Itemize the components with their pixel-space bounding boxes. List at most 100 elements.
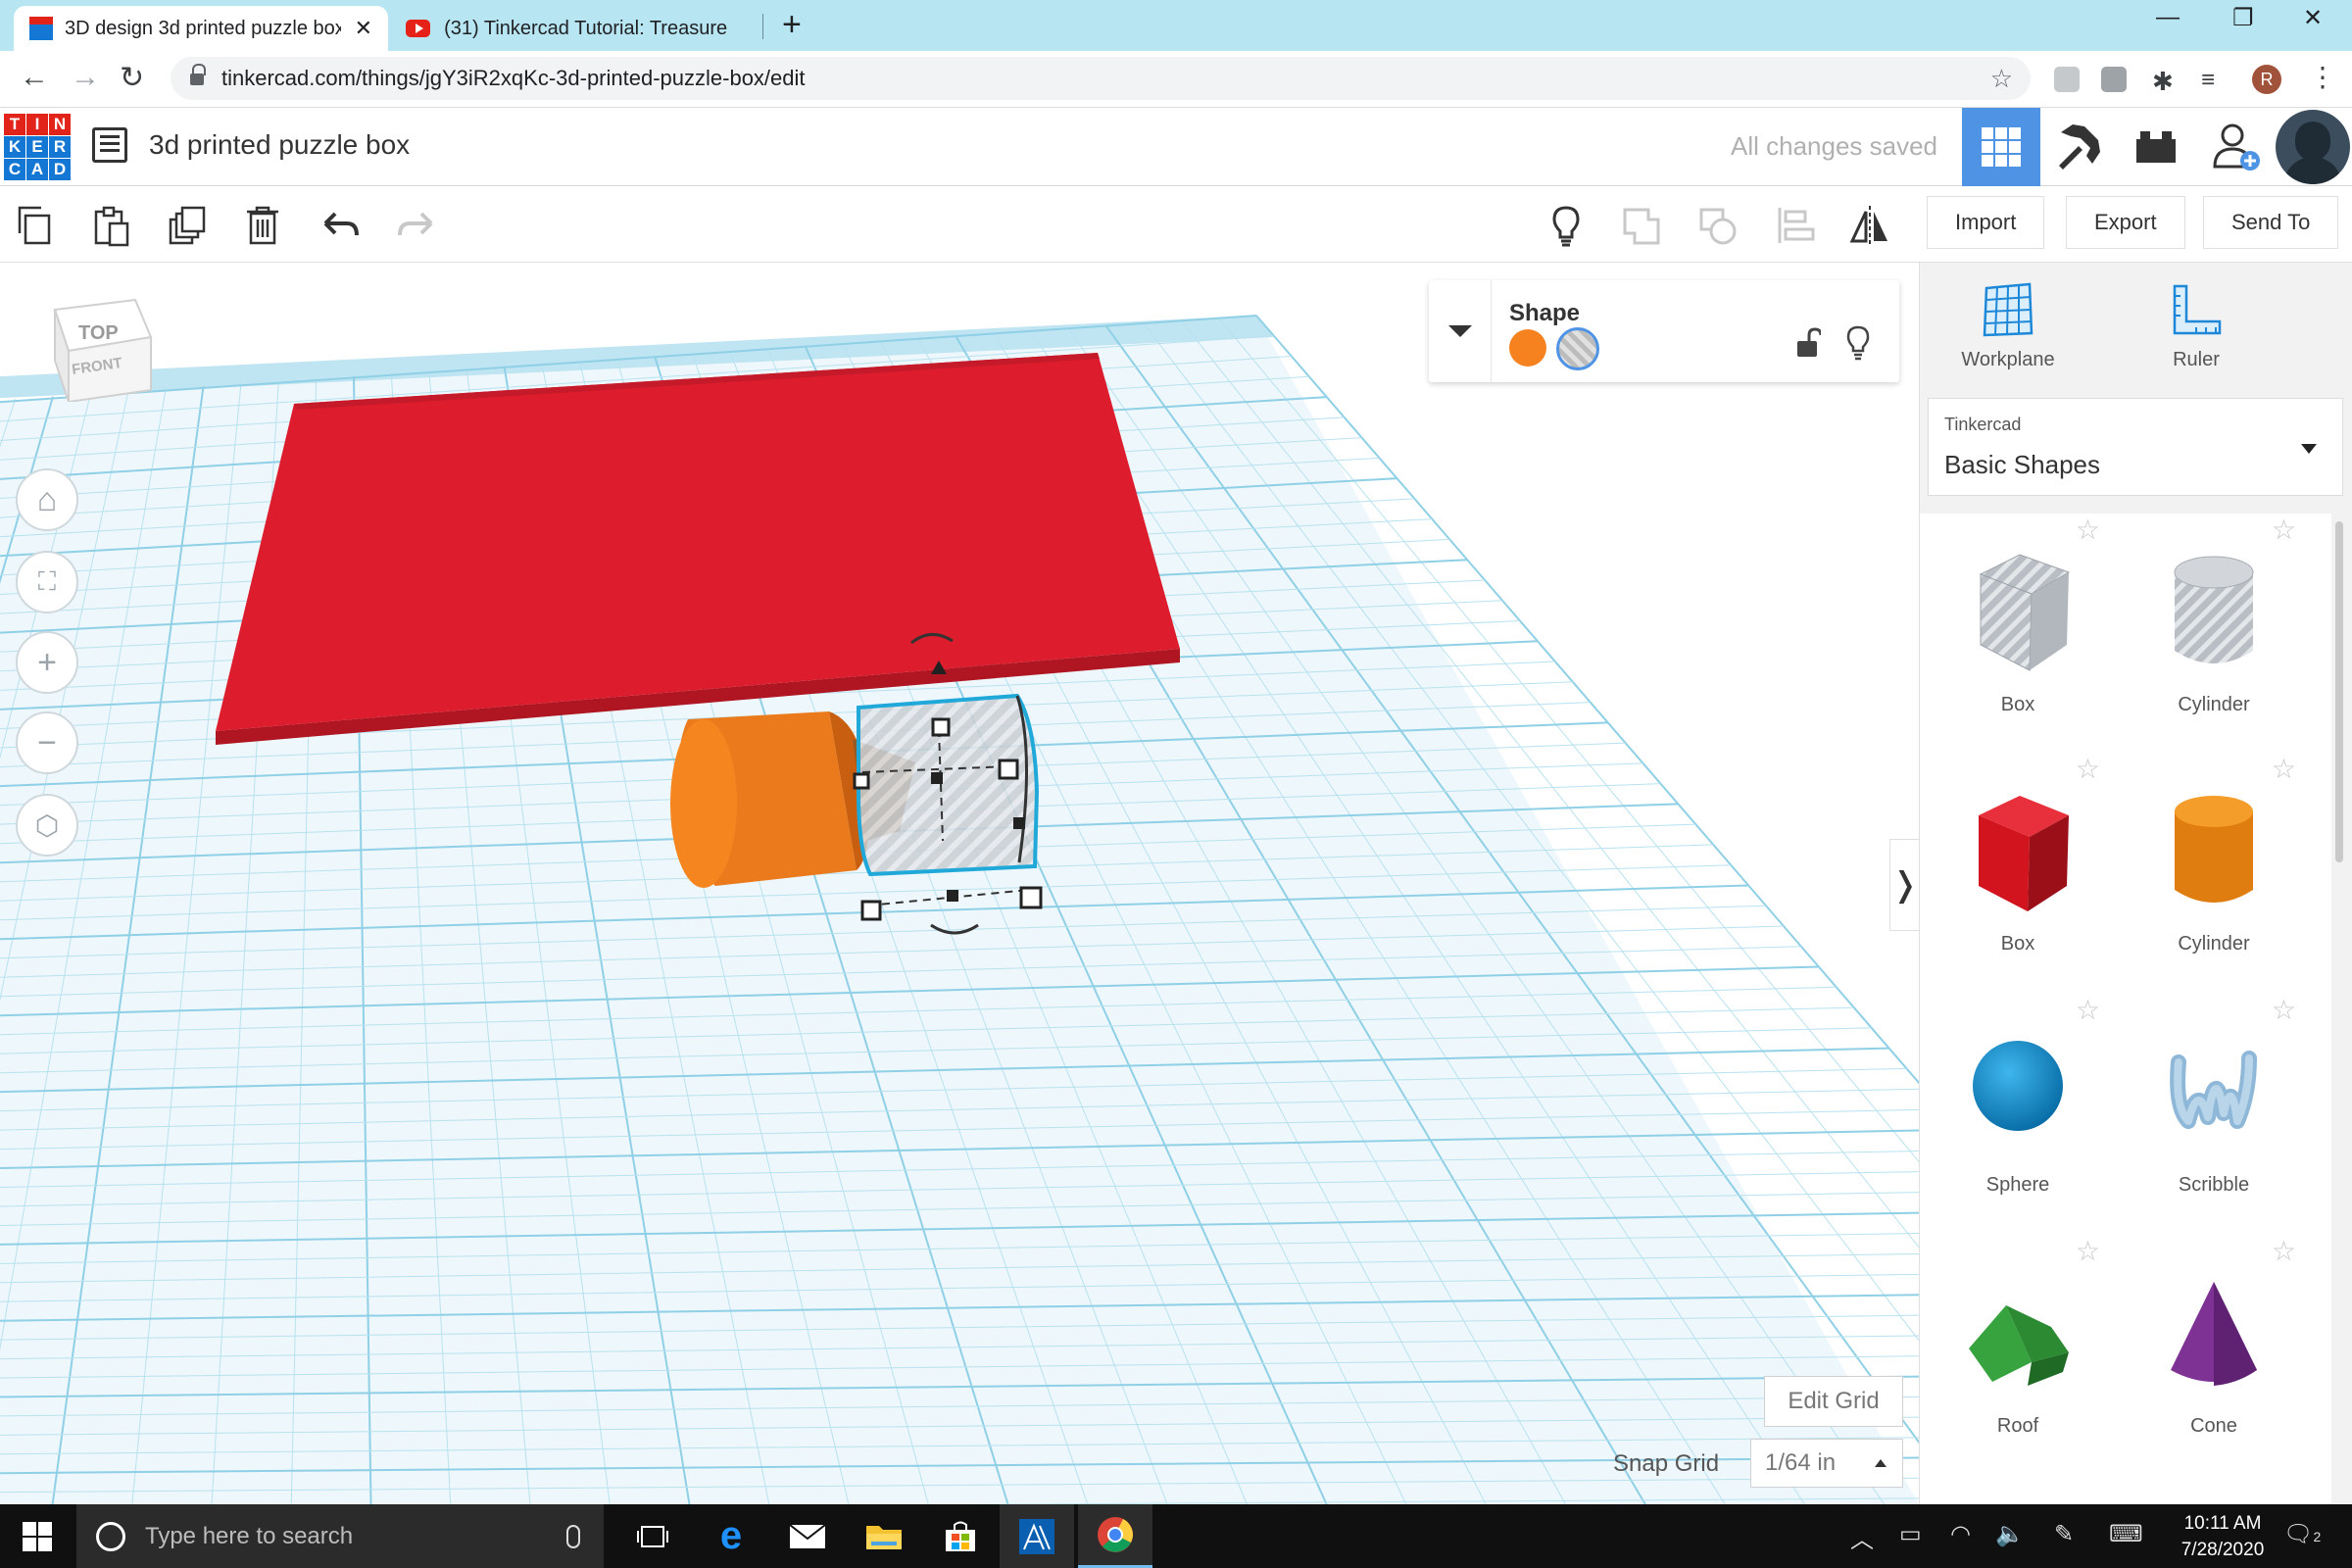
favorite-star-icon[interactable]: ☆	[2272, 994, 2296, 1026]
new-tab-plus-icon[interactable]: +	[782, 6, 802, 44]
minimize-icon[interactable]: —	[2156, 4, 2180, 31]
ortho-view-icon[interactable]: ⬡	[16, 794, 78, 857]
unlock-icon[interactable]	[1793, 327, 1821, 359]
browser-menu-icon[interactable]: ⋮	[2309, 61, 2336, 93]
puzzle-extensions-icon[interactable]: ✱	[2152, 67, 2178, 96]
visibility-lightbulb-icon[interactable]	[1844, 325, 1872, 361]
favorite-star-icon[interactable]: ☆	[2076, 1235, 2100, 1267]
paste-icon[interactable]	[88, 202, 135, 249]
shape-cone[interactable]: ☆ Cone	[2116, 1235, 2312, 1470]
cone-icon	[2171, 1282, 2257, 1386]
tinkercad-logo[interactable]: TIN KER CAD	[4, 114, 71, 180]
bookmark-star-icon[interactable]: ☆	[1990, 64, 2013, 94]
shape-sphere[interactable]: ☆ Sphere	[1920, 994, 2116, 1229]
close-window-icon[interactable]: ✕	[2303, 4, 2323, 32]
zoom-in-icon[interactable]: +	[16, 631, 78, 694]
wifi-icon[interactable]: ◠	[1950, 1520, 1971, 1548]
user-avatar[interactable]	[2276, 110, 2350, 184]
edit-grid-button[interactable]: Edit Grid	[1764, 1376, 1903, 1427]
pen-icon[interactable]: ✎	[2054, 1520, 2074, 1548]
shape-library-select[interactable]: Tinkercad Basic Shapes	[1928, 398, 2343, 496]
microphone-icon[interactable]	[566, 1524, 580, 1548]
workplane-tool[interactable]: Workplane	[1920, 282, 2096, 371]
tab-tinkercad-design[interactable]: 3D design 3d printed puzzle box ✕	[14, 6, 388, 51]
chrome-icon[interactable]	[1078, 1504, 1152, 1568]
store-icon[interactable]	[923, 1504, 998, 1568]
ruler-tool[interactable]: Ruler	[2108, 282, 2284, 371]
shape-cylinder[interactable]: ☆ Cylinder	[2116, 753, 2312, 988]
dashboard-list-icon[interactable]	[92, 127, 127, 163]
keyboard-icon[interactable]: ⌨	[2109, 1520, 2143, 1548]
snap-grid-select[interactable]: 1/64 in	[1750, 1439, 1903, 1488]
workplane-scene[interactable]	[0, 263, 1919, 1504]
cylinder-icon	[2175, 796, 2253, 903]
view-cube[interactable]: TOP FRONT	[49, 296, 155, 402]
undo-icon[interactable]	[318, 202, 365, 249]
send-to-button[interactable]: Send To	[2203, 196, 2339, 249]
shape-box[interactable]: ☆ Box	[1920, 753, 2116, 988]
note-lightbulb-icon[interactable]	[1543, 202, 1590, 249]
favorite-star-icon[interactable]: ☆	[2076, 753, 2100, 785]
edge-browser-icon[interactable]: e	[694, 1504, 768, 1568]
close-tab-icon[interactable]: ✕	[355, 16, 372, 41]
logo-letter: N	[49, 114, 71, 135]
hole-swatch[interactable]	[1556, 327, 1599, 370]
group-icon[interactable]	[1619, 202, 1666, 249]
extension-icon[interactable]	[2101, 67, 2127, 92]
windows-start-icon[interactable]	[0, 1504, 74, 1568]
bricks-button[interactable]	[2117, 108, 2195, 186]
reload-icon[interactable]: ↻	[120, 61, 144, 95]
export-button[interactable]: Export	[2066, 196, 2185, 249]
back-arrow-icon[interactable]: ←	[20, 61, 49, 94]
notifications-icon[interactable]: 🗨2	[2283, 1520, 2321, 1548]
favorite-star-icon[interactable]: ☆	[2076, 514, 2100, 546]
maximize-icon[interactable]: ❐	[2232, 4, 2254, 32]
shape-cylinder-hole[interactable]: ☆ Cylinder	[2116, 514, 2312, 749]
tab-divider	[762, 14, 763, 39]
url-bar[interactable]: tinkercad.com/things/jgY3iR2xqKc-3d-prin…	[171, 57, 2031, 100]
task-view-icon[interactable]	[615, 1504, 690, 1568]
home-view-icon[interactable]: ⌂	[16, 468, 78, 531]
import-button[interactable]: Import	[1927, 196, 2045, 249]
align-icon[interactable]	[1772, 202, 1819, 249]
pinned-app-icon[interactable]	[1000, 1504, 1074, 1568]
minecraft-pickaxe-button[interactable]	[2040, 108, 2119, 186]
taskbar-search[interactable]: Type here to search	[76, 1504, 604, 1568]
fit-all-icon[interactable]: ⛶	[16, 551, 78, 613]
battery-icon[interactable]: ▭	[1899, 1520, 1922, 1548]
redo-icon[interactable]	[392, 202, 439, 249]
shapes-scrollbar[interactable]	[2333, 514, 2345, 1504]
favorite-star-icon[interactable]: ☆	[2272, 514, 2296, 546]
clock-time: 10:11 AM	[2183, 1513, 2262, 1534]
duplicate-icon[interactable]	[165, 202, 212, 249]
solid-color-swatch[interactable]	[1509, 329, 1546, 367]
zoom-out-icon[interactable]: −	[16, 711, 78, 774]
copy-icon[interactable]	[14, 202, 61, 249]
panel-toggle-chevron-icon[interactable]: ❭	[1889, 839, 1919, 931]
media-control-icon[interactable]: ≡	[2201, 67, 2227, 93]
youtube-favicon-icon	[406, 20, 431, 37]
favorite-star-icon[interactable]: ☆	[2272, 753, 2296, 785]
3d-viewport[interactable]: TOP FRONT ⌂ ⛶ + − ⬡ Shape Edit Grid Snap…	[0, 263, 1919, 1504]
forward-arrow-icon[interactable]: →	[71, 61, 100, 94]
volume-muted-icon[interactable]: 🔈	[1995, 1520, 2025, 1548]
system-clock[interactable]: 10:11 AM 7/28/2020	[2164, 1510, 2281, 1563]
file-explorer-icon[interactable]	[847, 1504, 921, 1568]
profile-avatar[interactable]: R	[2252, 65, 2281, 94]
3d-view-grid-button[interactable]	[1962, 108, 2040, 186]
shape-scribble[interactable]: ☆ Scribble	[2116, 994, 2312, 1229]
ungroup-icon[interactable]	[1695, 202, 1742, 249]
favorite-star-icon[interactable]: ☆	[2076, 994, 2100, 1026]
delete-icon[interactable]	[239, 202, 286, 249]
mail-icon[interactable]	[770, 1504, 845, 1568]
shape-box-hole[interactable]: ☆ Box	[1920, 514, 2116, 749]
mirror-icon[interactable]	[1846, 202, 1893, 249]
shape-roof[interactable]: ☆ Roof	[1920, 1235, 2116, 1470]
collapse-inspector-icon[interactable]	[1429, 280, 1492, 382]
tab-youtube-tutorial[interactable]: (31) Tinkercad Tutorial: Treasure	[390, 6, 762, 51]
favorite-star-icon[interactable]: ☆	[2272, 1235, 2296, 1267]
design-title[interactable]: 3d printed puzzle box	[149, 129, 410, 161]
invite-user-button[interactable]	[2197, 108, 2276, 186]
show-hidden-icons-chevron-icon[interactable]: ︿	[1850, 1520, 1874, 1554]
extension-icon[interactable]	[2054, 67, 2080, 92]
